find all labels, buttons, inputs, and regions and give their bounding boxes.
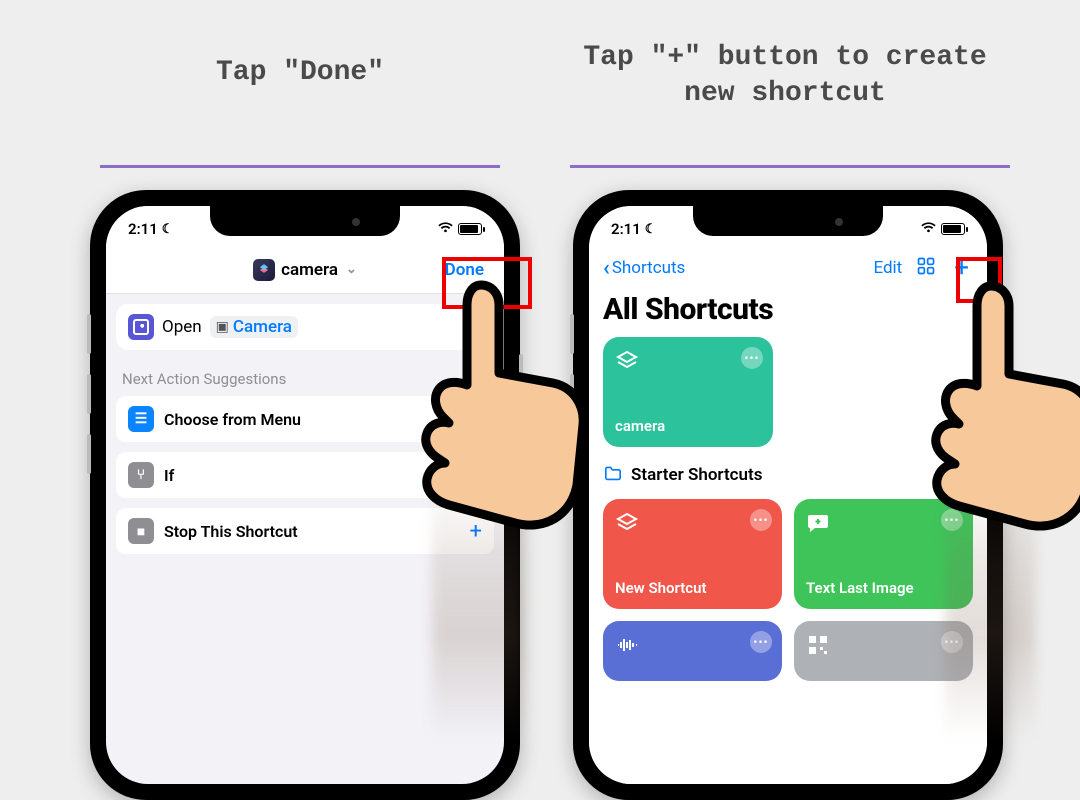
open-app-icon [128,314,154,340]
wifi-icon [437,220,454,238]
screen-all-shortcuts: 2:11 ☾ ‹ Shortcuts Edit + [589,206,987,784]
page-title: All Shortcuts [603,292,973,327]
divider-left [100,165,500,168]
tile-label: New Shortcut [615,579,770,597]
suggestion-label: Choose from Menu [164,410,301,429]
shortcut-tile-new-shortcut[interactable]: ••• New Shortcut [603,499,782,609]
highlight-done-button [442,257,532,309]
suggestion-label: Stop This Shortcut [164,522,298,541]
shortcut-title[interactable]: camera ⌄ [253,259,357,281]
caption-right: Tap "+" button to create new shortcut [565,40,1005,113]
notch [210,206,400,236]
tile-label: camera [615,417,761,435]
do-not-disturb-icon: ☾ [645,222,657,237]
phone-right: 2:11 ☾ ‹ Shortcuts Edit + [573,190,1003,800]
section-starter-shortcuts[interactable]: Starter Shortcuts + [603,461,973,489]
hand-shadow [945,480,1035,740]
action-verb: Open [162,317,202,337]
notch [693,206,883,236]
layers-icon [615,511,639,535]
suggestion-choose-from-menu[interactable]: ☰ Choose from Menu + [116,396,494,442]
more-icon[interactable]: ••• [741,347,763,369]
menu-icon: ☰ [128,406,154,432]
do-not-disturb-icon: ☾ [162,222,174,237]
stop-icon: ■ [128,518,154,544]
shortcut-tile-camera[interactable]: ••• camera [603,337,773,447]
suggestions-heading: Next Action Suggestions [116,350,494,396]
chevron-down-icon: ⌄ [346,262,357,277]
shortcuts-body: All Shortcuts ••• camera Starter Shortcu… [589,290,987,784]
divider-right [570,165,1010,168]
shortcuts-app-icon [253,259,275,281]
caption-left: Tap "Done" [100,55,500,91]
navbar: ‹ Shortcuts Edit + [589,246,987,290]
status-time: 2:11 [611,220,641,238]
folder-icon [603,465,623,486]
back-label: Shortcuts [612,258,686,278]
app-name: Camera [233,317,292,337]
branch-icon: ⑂ [128,462,154,488]
tile-label: Text Last Image [806,579,961,597]
layers-icon [615,349,639,373]
action-open-app[interactable]: Open ▣ Camera [116,304,494,350]
chevron-left-icon: ‹ [603,256,610,281]
shortcut-tile-waveform[interactable]: ••• [603,621,782,681]
view-grid-icon[interactable] [916,256,936,281]
app-parameter-chip[interactable]: ▣ Camera [210,316,298,338]
battery-icon [458,223,482,235]
status-time: 2:11 [128,220,158,238]
hand-shadow [432,480,522,740]
suggestion-label: If [164,466,174,485]
wifi-icon [920,220,937,238]
camera-icon: ▣ [216,319,229,335]
edit-button[interactable]: Edit [873,258,902,278]
add-icon[interactable]: + [470,407,482,432]
shortcut-name: camera [281,260,338,280]
battery-icon [941,223,965,235]
qr-icon [806,633,830,657]
more-icon[interactable]: ••• [750,631,772,653]
back-button[interactable]: ‹ Shortcuts [603,256,685,281]
message-plus-icon [806,511,830,535]
more-icon[interactable]: ••• [750,509,772,531]
section-label: Starter Shortcuts [631,465,762,485]
waveform-icon [615,633,639,657]
highlight-plus-button [956,257,1002,303]
